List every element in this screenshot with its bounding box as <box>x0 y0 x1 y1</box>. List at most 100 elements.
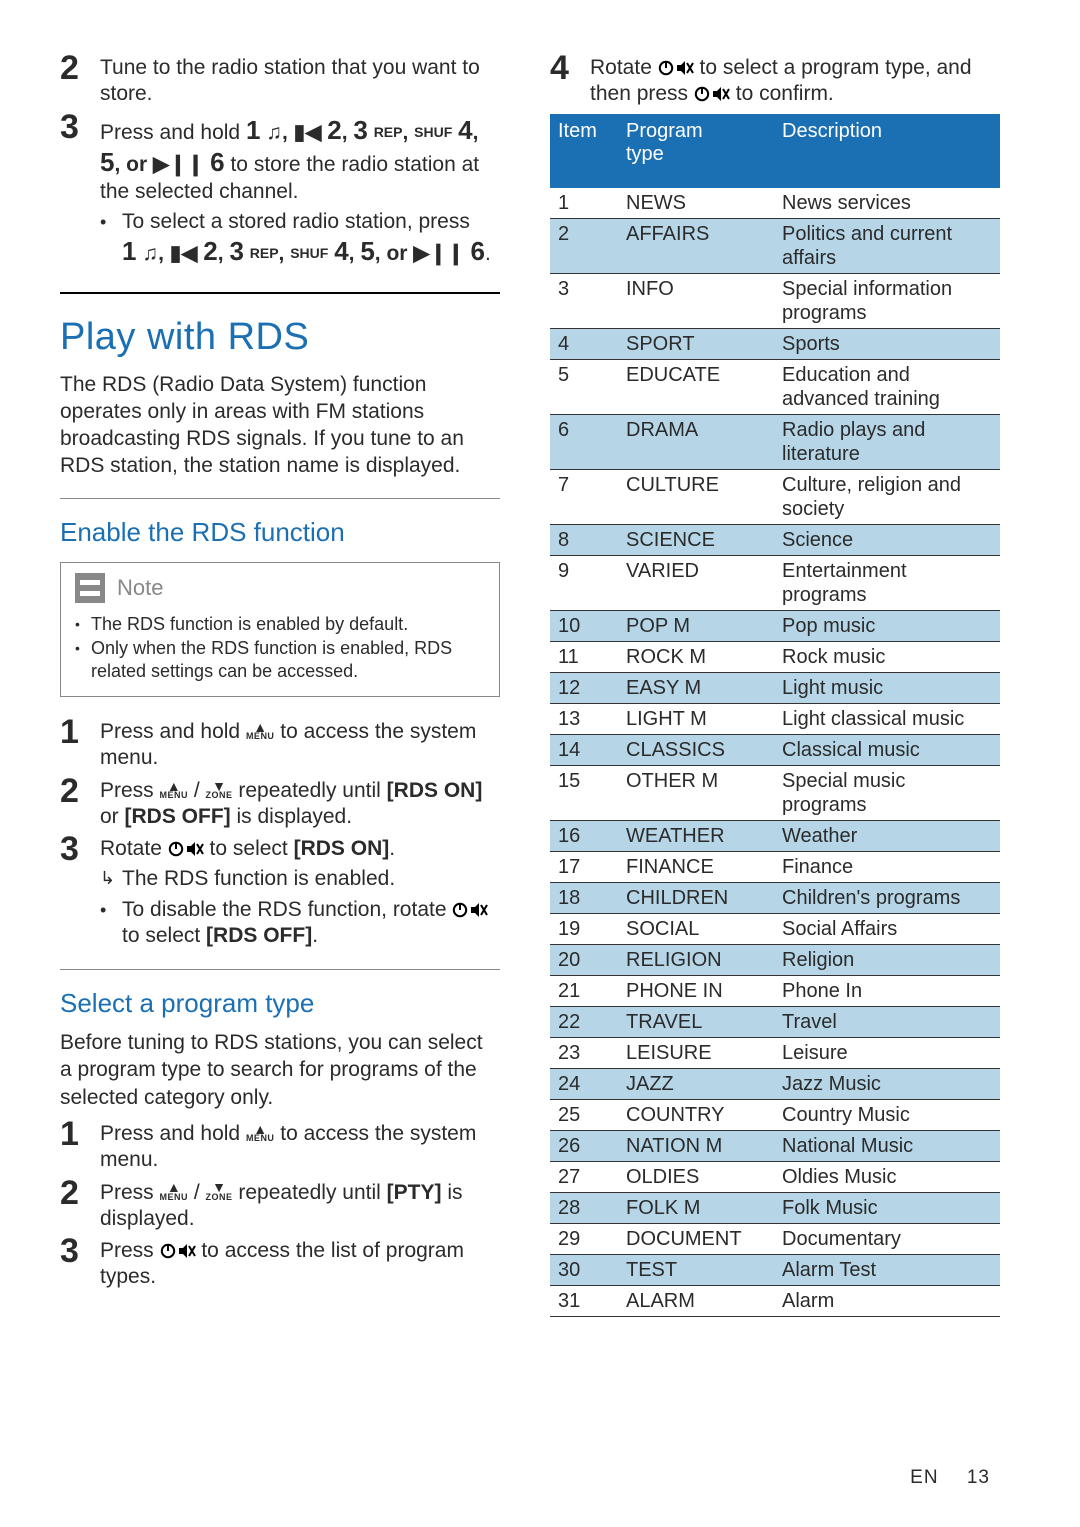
description-cell: Light classical music <box>774 703 1000 734</box>
power-mute-knob-icon <box>168 841 204 857</box>
table-row: 19SOCIALSocial Affairs <box>550 913 1000 944</box>
program-cell: CHILDREN <box>618 882 774 913</box>
step-text: Press to access the list of program type… <box>100 1238 500 1291</box>
description-cell: Politics and current affairs <box>774 218 1000 273</box>
program-cell: LEISURE <box>618 1037 774 1068</box>
description-cell: Children's programs <box>774 882 1000 913</box>
table-header: Item <box>550 114 618 188</box>
item-cell: 7 <box>550 469 618 524</box>
item-cell: 15 <box>550 765 618 820</box>
store-station-steps: 2 Tune to the radio station that you wan… <box>60 55 500 270</box>
bullet-icon: • <box>100 899 122 922</box>
table-header: Description <box>774 114 1000 188</box>
subsection-heading: Enable the RDS function <box>60 517 500 548</box>
table-row: 7CULTURECulture, religion and society <box>550 469 1000 524</box>
program-cell: AFFAIRS <box>618 218 774 273</box>
step-text: Rotate to select [RDS ON].↳The RDS funct… <box>100 836 500 951</box>
bullet-icon: • <box>75 616 91 639</box>
step-number: 3 <box>60 1234 100 1268</box>
description-cell: Travel <box>774 1006 1000 1037</box>
step-text: Press ▲MENU / ▼ZONE repeatedly until [PT… <box>100 1180 500 1233</box>
description-cell: Science <box>774 524 1000 555</box>
table-row: 24JAZZJazz Music <box>550 1068 1000 1099</box>
program-cell: FOLK M <box>618 1192 774 1223</box>
table-row: 22TRAVELTravel <box>550 1006 1000 1037</box>
program-cell: JAZZ <box>618 1068 774 1099</box>
page-number: 13 <box>967 1467 990 1488</box>
step-number: 1 <box>60 1117 100 1151</box>
description-cell: Pop music <box>774 610 1000 641</box>
item-cell: 5 <box>550 359 618 414</box>
table-row: 21PHONE INPhone In <box>550 975 1000 1006</box>
table-row: 29DOCUMENTDocumentary <box>550 1223 1000 1254</box>
bullet-icon: • <box>75 640 91 685</box>
zone-down-icon: ▼ZONE <box>206 1183 233 1200</box>
bullet-icon: • <box>100 211 122 234</box>
result-text: The RDS function is enabled. <box>122 866 500 892</box>
program-cell: POP M <box>618 610 774 641</box>
description-cell: Special music programs <box>774 765 1000 820</box>
step-number: 1 <box>60 715 100 749</box>
music-note-icon: ♫ <box>142 242 158 265</box>
note-box: Note •The RDS function is enabled by def… <box>60 562 500 698</box>
program-cell: SOCIAL <box>618 913 774 944</box>
table-row: 9VARIEDEntertainment programs <box>550 555 1000 610</box>
step-text: Rotate to select a program type, and the… <box>590 55 1000 108</box>
description-cell: Oldies Music <box>774 1161 1000 1192</box>
program-cell: VARIED <box>618 555 774 610</box>
power-mute-knob-icon <box>694 86 730 102</box>
step-number: 3 <box>60 832 100 866</box>
description-cell: Education and advanced training <box>774 359 1000 414</box>
description-cell: Entertainment programs <box>774 555 1000 610</box>
step-text: Press ▲MENU / ▼ZONE repeatedly until [RD… <box>100 778 500 831</box>
item-cell: 11 <box>550 641 618 672</box>
table-row: 3INFOSpecial information programs <box>550 273 1000 328</box>
program-cell: SCIENCE <box>618 524 774 555</box>
intro-paragraph: Before tuning to RDS stations, you can s… <box>60 1029 500 1111</box>
description-cell: Alarm <box>774 1285 1000 1316</box>
menu-up-icon: ▲MENU <box>246 1125 275 1142</box>
table-row: 15OTHER MSpecial music programs <box>550 765 1000 820</box>
menu-up-icon: ▲MENU <box>160 782 189 799</box>
play-pause-icon: ▶❙❙ <box>413 242 464 265</box>
table-row: 31ALARMAlarm <box>550 1285 1000 1316</box>
item-cell: 6 <box>550 414 618 469</box>
description-cell: Classical music <box>774 734 1000 765</box>
table-row: 2AFFAIRSPolitics and current affairs <box>550 218 1000 273</box>
divider <box>60 498 500 499</box>
table-row: 4SPORTSports <box>550 328 1000 359</box>
item-cell: 13 <box>550 703 618 734</box>
table-row: 23LEISURELeisure <box>550 1037 1000 1068</box>
description-cell: Rock music <box>774 641 1000 672</box>
table-row: 30TESTAlarm Test <box>550 1254 1000 1285</box>
description-cell: Culture, religion and society <box>774 469 1000 524</box>
divider <box>60 969 500 970</box>
sub-step-text: To select a stored radio station, press … <box>122 209 500 268</box>
program-cell: NATION M <box>618 1130 774 1161</box>
item-cell: 20 <box>550 944 618 975</box>
select-program-steps-cont: 4 Rotate to select a program type, and t… <box>550 55 1000 108</box>
step-text: Press and hold 1 ♫, ▮◀ 2, 3 REP, SHUF 4,… <box>100 114 500 270</box>
menu-up-icon: ▲MENU <box>160 1183 189 1200</box>
description-cell: Leisure <box>774 1037 1000 1068</box>
item-cell: 3 <box>550 273 618 328</box>
item-cell: 21 <box>550 975 618 1006</box>
item-cell: 10 <box>550 610 618 641</box>
item-cell: 24 <box>550 1068 618 1099</box>
item-cell: 1 <box>550 188 618 219</box>
intro-paragraph: The RDS (Radio Data System) function ope… <box>60 371 500 480</box>
menu-up-icon: ▲MENU <box>246 723 275 740</box>
sub-step-text: To disable the RDS function, rotate to s… <box>122 897 500 950</box>
table-row: 27OLDIESOldies Music <box>550 1161 1000 1192</box>
item-cell: 23 <box>550 1037 618 1068</box>
program-cell: OTHER M <box>618 765 774 820</box>
step-text: Press and hold ▲MENU to access the syste… <box>100 1121 500 1174</box>
program-cell: OLDIES <box>618 1161 774 1192</box>
step-number: 3 <box>60 110 100 144</box>
table-row: 11ROCK MRock music <box>550 641 1000 672</box>
note-item: The RDS function is enabled by default. <box>91 613 408 636</box>
play-pause-icon: ▶❙❙ <box>153 153 204 176</box>
program-cell: DRAMA <box>618 414 774 469</box>
item-cell: 2 <box>550 218 618 273</box>
item-cell: 8 <box>550 524 618 555</box>
